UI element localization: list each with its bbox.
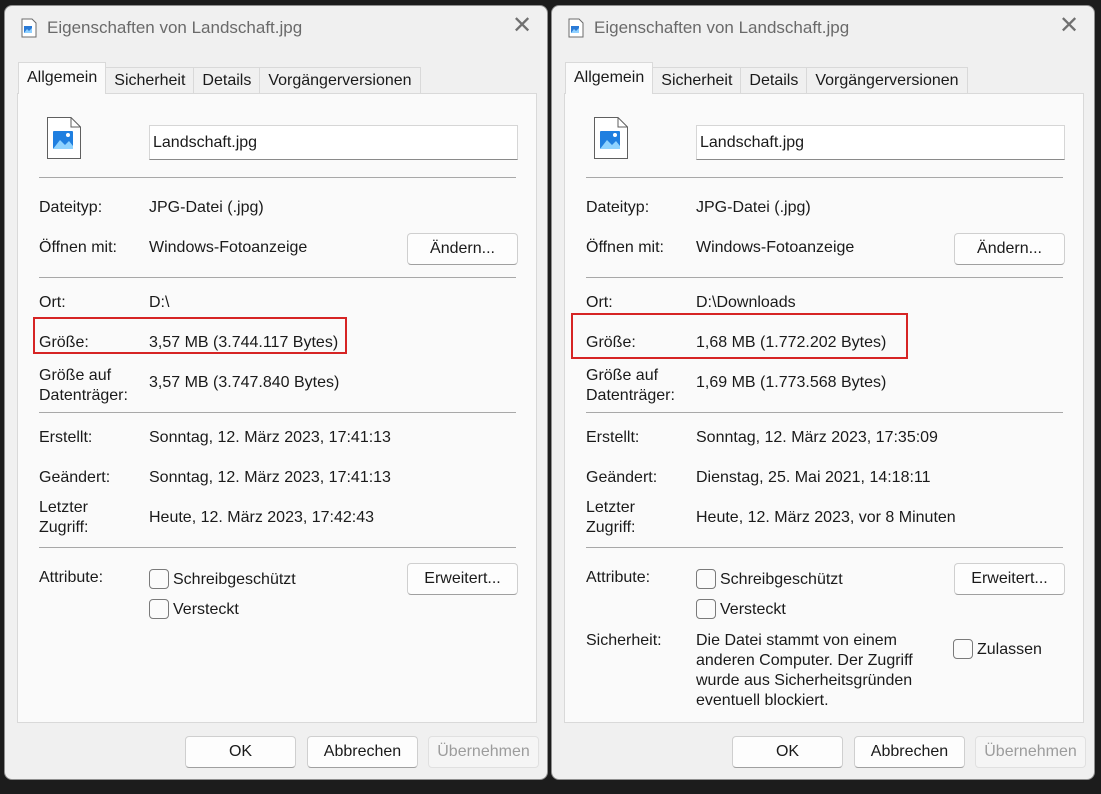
label-ort: Ort: [39,294,66,311]
tab-bar: Allgemein Sicherheit Details Vorgängerve… [565,62,968,94]
window-title: Eigenschaften von Landschaft.jpg [47,18,303,37]
versteckt-label[interactable]: Versteckt [720,600,786,620]
erweitert-button[interactable]: Erweitert... [407,563,518,595]
label-erstellt: Erstellt: [39,429,93,446]
value-groesse-auf-datentraeger: 3,57 MB (3.747.840 Bytes) [149,374,340,391]
label-line: Zugriff: [39,519,89,536]
ok-button[interactable]: OK [185,736,296,768]
groesse-highlight-right [571,313,908,359]
label-attribute: Attribute: [39,569,104,586]
label-line: Letzter [586,499,635,516]
tab-sicherheit[interactable]: Sicherheit [105,67,195,94]
tab-allgemein[interactable]: Allgemein [18,62,107,94]
value-groesse-auf-datentraeger: 1,69 MB (1.773.568 Bytes) [696,374,887,391]
value-letzter-zugriff: Heute, 12. März 2023, vor 8 Minuten [696,509,956,526]
value-ort: D:\Downloads [696,294,796,311]
tab-allgemein[interactable]: Allgemein [565,62,654,94]
schreibgeschuetzt-label[interactable]: Schreibgeschützt [720,570,843,590]
value-ort: D:\ [149,294,170,311]
tab-vorgaengerversionen[interactable]: Vorgängerversionen [806,67,968,94]
ok-button[interactable]: OK [732,736,843,768]
label-line: Größe auf [39,367,112,384]
value-dateityp: JPG-Datei (.jpg) [149,199,264,216]
filename-input[interactable] [149,125,518,160]
tab-bar: Allgemein Sicherheit Details Vorgängerve… [18,62,421,94]
zulassen-checkbox[interactable] [953,639,973,659]
properties-dialog-left: Eigenschaften von Landschaft.jpg ✕ Allge… [4,5,548,780]
sicherheit-warning-text: Die Datei stammt von einem anderen Compu… [696,632,913,709]
label-letzter-zugriff: Letzter Zugriff: [39,498,89,538]
divider [39,177,516,178]
abbrechen-button[interactable]: Abbrechen [854,736,965,768]
general-panel: Dateityp: JPG-Datei (.jpg) Öffnen mit: W… [17,93,537,723]
value-letzter-zugriff: Heute, 12. März 2023, 17:42:43 [149,509,375,526]
tab-sicherheit[interactable]: Sicherheit [652,67,742,94]
tab-details[interactable]: Details [193,67,261,94]
value-oeffnen-mit: Windows-Fotoanzeige [696,239,855,256]
versteckt-checkbox[interactable] [696,599,716,619]
value-geaendert: Sonntag, 12. März 2023, 17:41:13 [149,469,391,486]
value-oeffnen-mit: Windows-Fotoanzeige [149,239,308,256]
label-erstellt: Erstellt: [586,429,640,446]
label-groesse-auf-datentraeger: Größe auf Datenträger: [39,366,128,406]
tab-vorgaengerversionen[interactable]: Vorgängerversionen [259,67,421,94]
zulassen-label[interactable]: Zulassen [977,640,1042,660]
divider [39,277,516,278]
label-line: Zugriff: [586,519,636,536]
divider [586,277,1063,278]
abbrechen-button[interactable]: Abbrechen [307,736,418,768]
title-bar: Eigenschaften von Landschaft.jpg ✕ [552,6,1094,50]
divider [586,547,1063,548]
groesse-highlight-left [33,317,347,354]
label-groesse-auf-datentraeger: Größe auf Datenträger: [586,366,675,406]
image-file-icon [21,18,37,38]
schreibgeschuetzt-checkbox[interactable] [149,569,169,589]
versteckt-label[interactable]: Versteckt [173,600,239,620]
label-dateityp: Dateityp: [39,199,103,216]
aendern-button[interactable]: Ändern... [407,233,518,265]
divider [39,412,516,413]
label-oeffnen-mit: Öffnen mit: [586,239,664,256]
schreibgeschuetzt-label[interactable]: Schreibgeschützt [173,570,296,590]
jpg-file-icon [594,117,628,159]
general-panel: Dateityp: JPG-Datei (.jpg) Öffnen mit: W… [564,93,1084,723]
schreibgeschuetzt-checkbox[interactable] [696,569,716,589]
close-icon[interactable]: ✕ [511,14,533,38]
versteckt-checkbox[interactable] [149,599,169,619]
aendern-button[interactable]: Ändern... [954,233,1065,265]
label-geaendert: Geändert: [39,469,111,486]
label-line: Datenträger: [586,387,675,404]
label-letzter-zugriff: Letzter Zugriff: [586,498,636,538]
title-bar: Eigenschaften von Landschaft.jpg ✕ [5,6,547,50]
properties-dialog-right: Eigenschaften von Landschaft.jpg ✕ Allge… [551,5,1095,780]
value-dateityp: JPG-Datei (.jpg) [696,199,811,216]
label-dateityp: Dateityp: [586,199,650,216]
value-geaendert: Dienstag, 25. Mai 2021, 14:18:11 [696,469,931,486]
divider [586,412,1063,413]
label-sicherheit: Sicherheit: [586,632,662,649]
label-attribute: Attribute: [586,569,651,586]
label-line: Datenträger: [39,387,128,404]
close-icon[interactable]: ✕ [1058,14,1080,38]
tab-details[interactable]: Details [740,67,808,94]
label-geaendert: Geändert: [586,469,658,486]
value-erstellt: Sonntag, 12. März 2023, 17:41:13 [149,429,391,446]
value-erstellt: Sonntag, 12. März 2023, 17:35:09 [696,429,938,446]
divider [39,547,516,548]
label-line: Letzter [39,499,88,516]
label-line: Größe auf [586,367,659,384]
uebernehmen-button[interactable]: Übernehmen [428,736,539,768]
filename-input[interactable] [696,125,1065,160]
label-oeffnen-mit: Öffnen mit: [39,239,117,256]
uebernehmen-button[interactable]: Übernehmen [975,736,1086,768]
divider [586,177,1063,178]
jpg-file-icon [47,117,81,159]
label-ort: Ort: [586,294,613,311]
image-file-icon [568,18,584,38]
erweitert-button[interactable]: Erweitert... [954,563,1065,595]
window-title: Eigenschaften von Landschaft.jpg [594,18,850,37]
